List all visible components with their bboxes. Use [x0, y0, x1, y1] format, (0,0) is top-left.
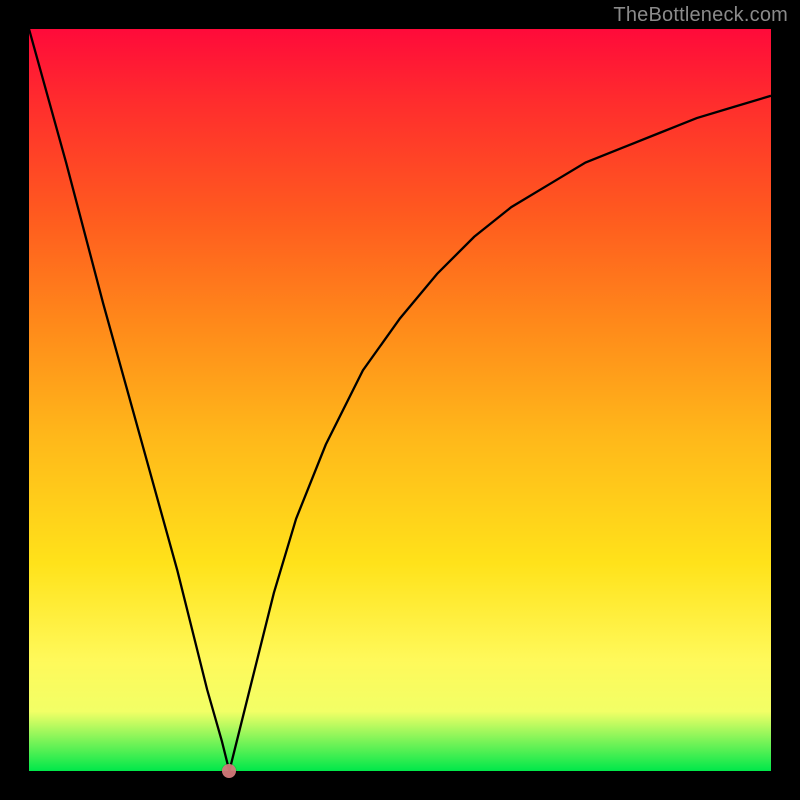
attribution-text: TheBottleneck.com [613, 4, 788, 27]
curve-layer [29, 29, 771, 771]
optimum-marker [222, 764, 236, 778]
bottleneck-curve [29, 29, 771, 771]
plot-outer [29, 29, 771, 771]
plot-background-gradient [29, 29, 771, 771]
chart-frame: TheBottleneck.com [0, 0, 800, 800]
